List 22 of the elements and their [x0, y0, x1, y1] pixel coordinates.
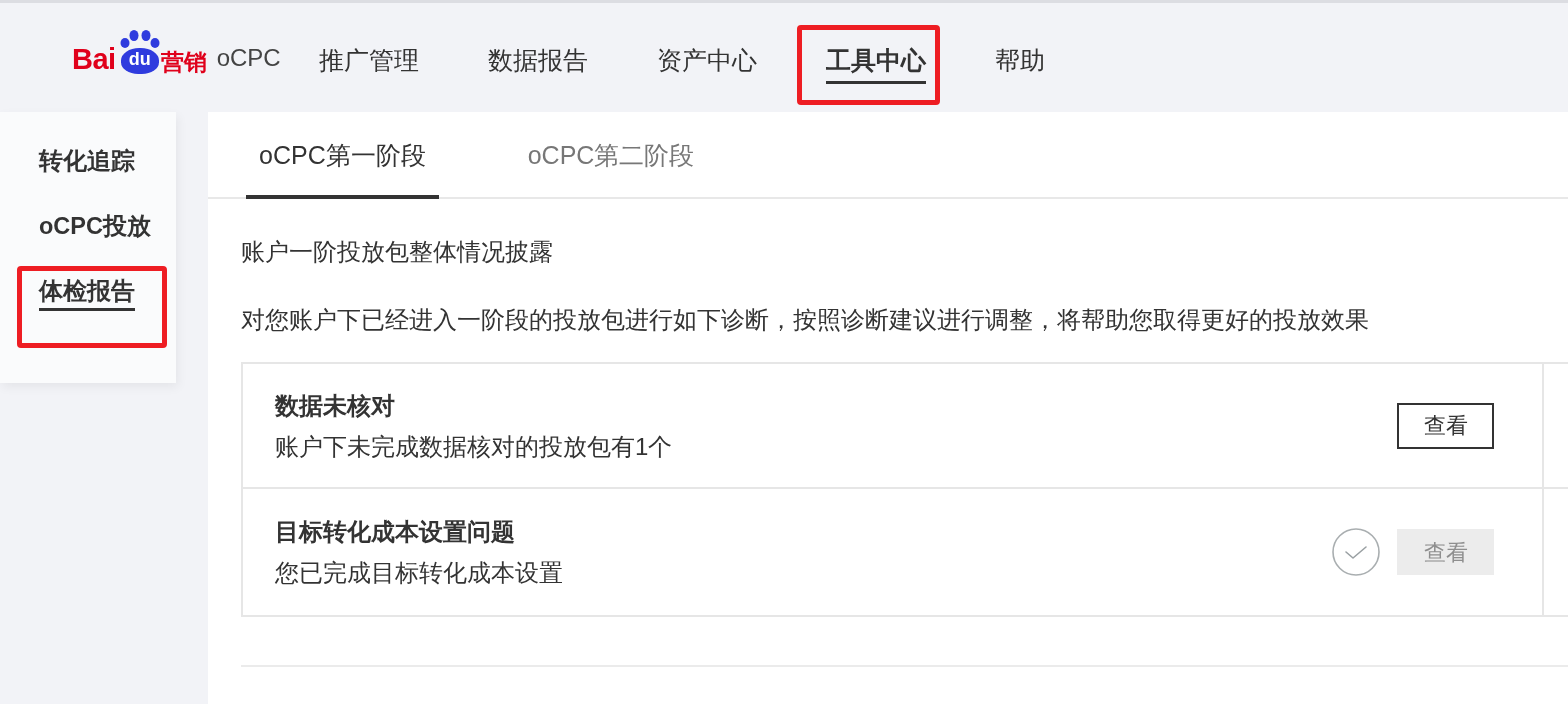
section-title: 账户一阶投放包整体情况披露	[241, 237, 554, 267]
logo-paw-pad: du	[120, 47, 159, 74]
tab[interactable]: oCPC第二阶段	[514, 112, 708, 199]
nav-tab[interactable]: 帮助	[994, 31, 1045, 84]
check-title: 目标转化成本设置问题	[275, 517, 516, 548]
check-detail: 您已完成目标转化成本设置	[275, 558, 564, 589]
check-detail: 账户下未完成数据核对的投放包有1个	[275, 431, 674, 462]
nav-tab[interactable]: 推广管理	[318, 31, 419, 84]
product-name: oCPC	[216, 42, 281, 73]
logo-wordmark: Bai	[72, 44, 116, 74]
nav-tab[interactable]: 资产中心	[656, 31, 757, 84]
check-title: 数据未核对	[275, 390, 396, 421]
view-button[interactable]: 查看	[1397, 402, 1494, 449]
sidebar-item[interactable]: 转化追踪	[39, 147, 135, 181]
logo-suffix: 营销	[160, 50, 207, 74]
nav-tab[interactable]: 数据报告	[487, 31, 588, 84]
nav-tab[interactable]: 工具中心	[825, 31, 926, 84]
sidebar-item[interactable]: oCPC投放	[39, 212, 151, 246]
paw-toes-icon	[119, 29, 160, 48]
tab[interactable]: oCPC第一阶段	[246, 112, 439, 199]
sidebar-item[interactable]: 体检报告	[39, 277, 135, 311]
section-description: 对您账户下已经进入一阶段的投放包进行如下诊断，按照诊断建议进行调整，将帮助您取得更好的投放效果	[241, 305, 1370, 336]
